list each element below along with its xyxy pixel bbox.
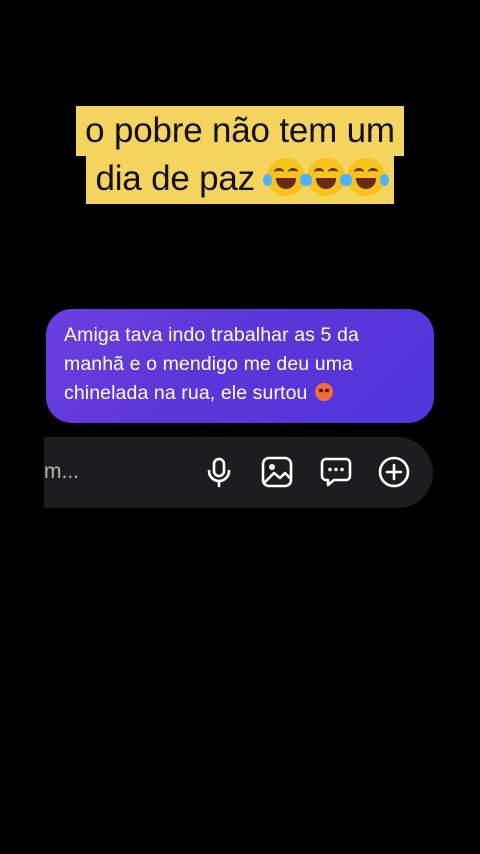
face-with-tears-of-joy-icon (342, 158, 389, 196)
caption-line-2: dia de paz (86, 154, 394, 204)
message-line-1: Amiga tava indo trabalhar as 5 da (64, 324, 359, 346)
message-icon[interactable] (319, 455, 353, 489)
caption-overlay: o pobre não tem um dia de paz (0, 106, 480, 204)
message-bubble[interactable]: Amiga tava indo trabalhar as 5 da manhã … (46, 309, 434, 423)
plus-icon[interactable] (377, 455, 411, 489)
caption-line-1: o pobre não tem um (76, 106, 404, 156)
face-with-tears-of-joy-icon (302, 158, 349, 196)
message-line-3: chinelada na rua, ele surtou (64, 382, 308, 404)
message-line-2: manhã e o mendigo me deu uma (64, 353, 353, 375)
image-icon[interactable] (260, 455, 294, 489)
face-with-tears-of-joy-icon (262, 158, 309, 196)
message-composer[interactable]: m... (44, 437, 433, 508)
caption-line-2-text: dia de paz (95, 159, 255, 198)
message-input[interactable]: m... (44, 459, 79, 485)
angry-face-icon (315, 383, 333, 401)
microphone-icon[interactable] (202, 455, 236, 489)
message-line-3-wrap: chinelada na rua, ele surtou (64, 379, 416, 408)
